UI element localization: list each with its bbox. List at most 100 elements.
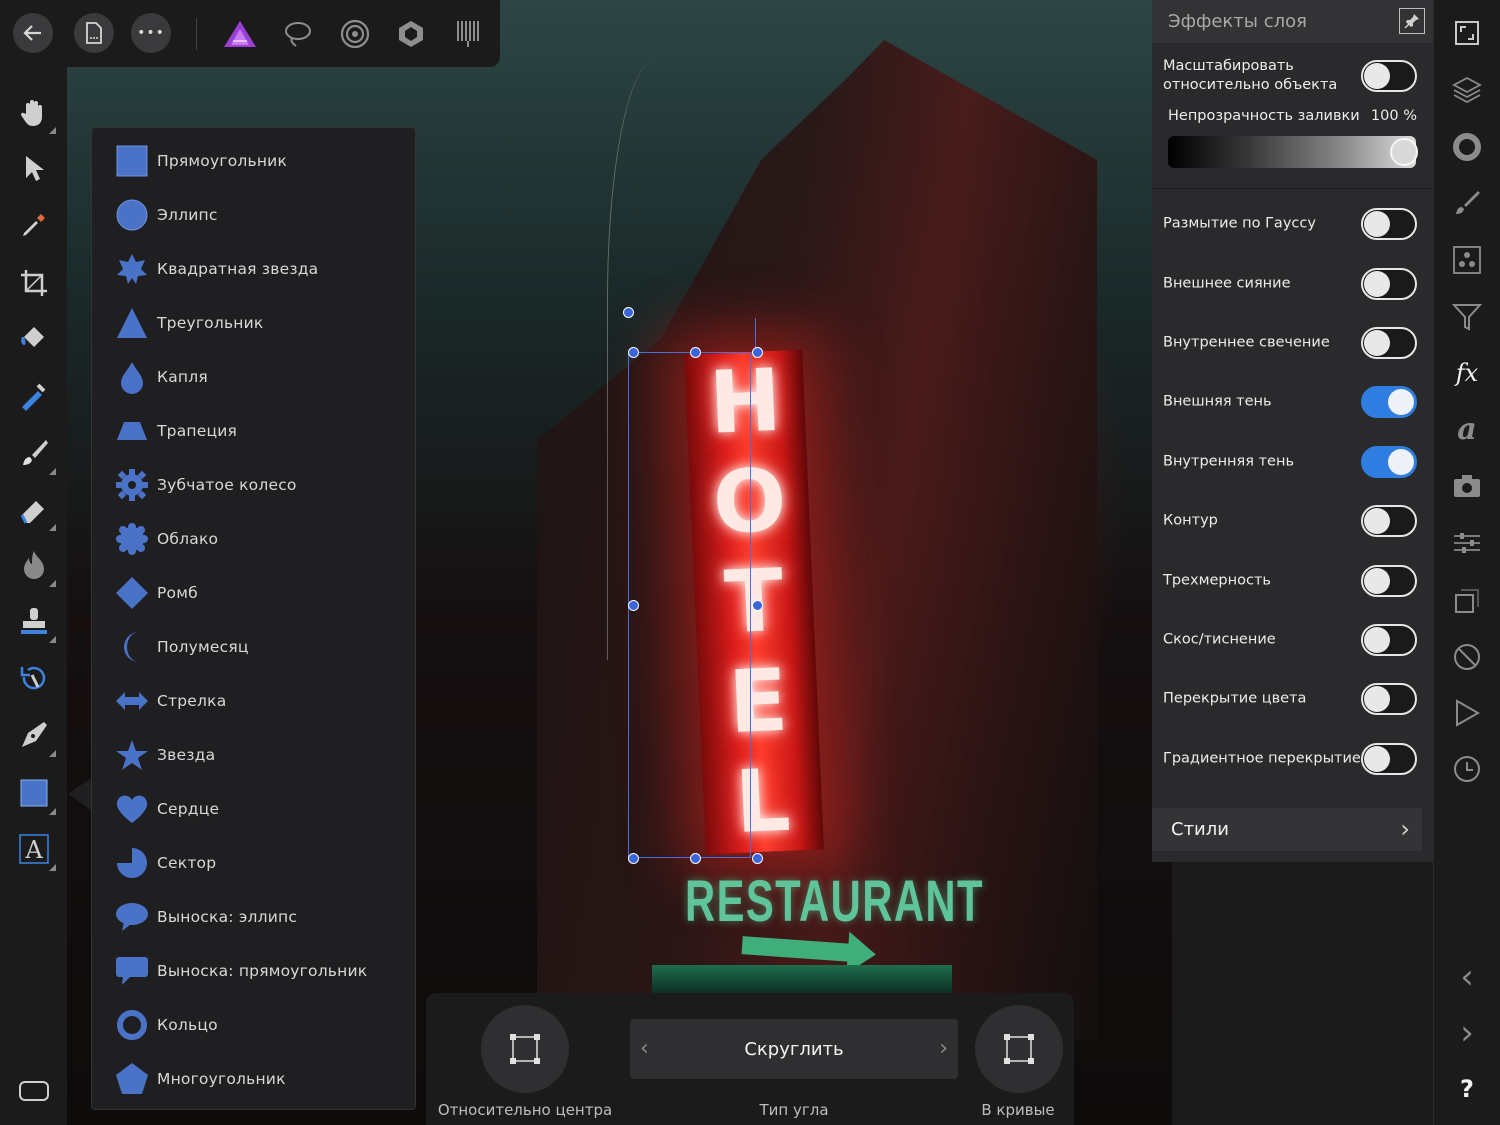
transparency-tool[interactable] bbox=[14, 375, 54, 415]
shape-item-polygon[interactable]: Многоугольник bbox=[114, 1059, 414, 1099]
color-picker-tool[interactable] bbox=[14, 205, 54, 245]
rotation-handle[interactable] bbox=[623, 307, 634, 318]
effect-toggle[interactable] bbox=[1361, 327, 1417, 359]
selection-box[interactable] bbox=[628, 352, 751, 858]
rectangle-tool[interactable] bbox=[14, 773, 56, 815]
effect-toggle[interactable] bbox=[1361, 683, 1417, 715]
shape-item-square-star[interactable]: Квадратная звезда bbox=[114, 249, 414, 289]
history-filter-studio-button[interactable] bbox=[1448, 638, 1486, 676]
tone-mapping-persona-button[interactable] bbox=[391, 14, 431, 54]
macros-icon bbox=[1456, 699, 1481, 727]
resize-handle-bottom[interactable] bbox=[690, 853, 701, 864]
resize-handle-bottom-right[interactable] bbox=[752, 853, 763, 864]
callout-ellipse-shape-icon bbox=[114, 899, 150, 935]
resize-handle-bottom-left[interactable] bbox=[628, 853, 639, 864]
photo-persona-button[interactable] bbox=[220, 14, 260, 54]
brushes-studio-button[interactable] bbox=[1448, 184, 1486, 222]
fill-opacity-slider[interactable] bbox=[1168, 136, 1418, 168]
convert-to-curves-button[interactable] bbox=[975, 1005, 1063, 1093]
effect-toggle[interactable] bbox=[1361, 624, 1417, 656]
effect-toggle[interactable] bbox=[1361, 268, 1417, 300]
export-persona-button[interactable] bbox=[448, 14, 488, 54]
shape-item-arrow[interactable]: Стрелка bbox=[114, 681, 414, 721]
crop-tool[interactable] bbox=[14, 263, 54, 303]
effect-toggle[interactable] bbox=[1361, 565, 1417, 597]
shape-item-crescent[interactable]: Полумесяц bbox=[114, 627, 414, 667]
burn-tool[interactable] bbox=[14, 545, 56, 587]
more-button[interactable]: ••• bbox=[131, 13, 171, 53]
effect-toggle[interactable] bbox=[1361, 208, 1417, 240]
selection-mode-button[interactable] bbox=[14, 1071, 54, 1111]
stamp-icon bbox=[21, 608, 47, 634]
shape-item-pie[interactable]: Сектор bbox=[114, 843, 414, 883]
undo-brush-tool[interactable] bbox=[14, 659, 54, 699]
shape-item-heart[interactable]: Сердце bbox=[114, 789, 414, 829]
effect-toggle[interactable] bbox=[1361, 505, 1417, 537]
develop-persona-button[interactable] bbox=[335, 14, 375, 54]
adjustments-studio-button[interactable] bbox=[1448, 298, 1486, 336]
fx-studio-button[interactable]: fx bbox=[1448, 354, 1486, 392]
effect-toggle[interactable] bbox=[1361, 446, 1417, 478]
shape-item-teardrop[interactable]: Капля bbox=[114, 357, 414, 397]
history-studio-button[interactable] bbox=[1448, 750, 1486, 788]
effect-toggle[interactable] bbox=[1361, 743, 1417, 775]
navigator-studio-button[interactable] bbox=[1448, 14, 1486, 52]
eraser-tool[interactable] bbox=[14, 489, 56, 531]
context-toolbar: Относительно центра ‹ Скруглить › Тип уг… bbox=[426, 993, 1074, 1125]
shape-item-cog[interactable]: Зубчатое колесо bbox=[114, 465, 414, 505]
resize-handle-right[interactable] bbox=[752, 600, 763, 611]
help-button[interactable]: ? bbox=[1448, 1070, 1486, 1108]
shape-item-star[interactable]: Звезда bbox=[114, 735, 414, 775]
channels-studio-button[interactable] bbox=[1448, 524, 1486, 562]
effect-row-inner-shadow: Внутренняя тень bbox=[1163, 442, 1423, 482]
move-tool[interactable] bbox=[14, 149, 54, 189]
shape-item-donut[interactable]: Кольцо bbox=[114, 1005, 414, 1045]
hand-tool[interactable] bbox=[14, 92, 56, 134]
resize-handle-left[interactable] bbox=[628, 600, 639, 611]
shape-item-label: Треугольник bbox=[157, 314, 264, 332]
shape-item-ellipse[interactable]: Эллипс bbox=[114, 195, 414, 235]
panel-title: Эффекты слоя bbox=[1168, 11, 1307, 32]
text-tool[interactable]: A bbox=[14, 829, 56, 871]
chevron-left-icon[interactable]: ‹ bbox=[640, 1036, 649, 1061]
resize-handle-top-right[interactable] bbox=[752, 347, 763, 358]
document-button[interactable] bbox=[74, 13, 114, 53]
macros-studio-button[interactable] bbox=[1448, 694, 1486, 732]
pin-button[interactable] bbox=[1399, 8, 1425, 34]
fill-opacity-value[interactable]: 100 % bbox=[1371, 108, 1417, 124]
shape-item-cloud[interactable]: Облако bbox=[114, 519, 414, 559]
chevron-right-icon[interactable]: › bbox=[939, 1036, 948, 1061]
brush-tool[interactable] bbox=[14, 433, 56, 475]
clone-tool[interactable] bbox=[14, 601, 56, 643]
shape-item-rectangle[interactable]: Прямоугольник bbox=[114, 141, 414, 181]
scale-with-object-toggle[interactable] bbox=[1361, 60, 1417, 92]
shape-item-callout-ellipse[interactable]: Выноска: эллипс bbox=[114, 897, 414, 937]
shape-item-callout-rectangle[interactable]: Выноска: прямоугольник bbox=[114, 951, 414, 991]
corner-type-picker[interactable]: ‹ Скруглить › bbox=[630, 1019, 958, 1079]
effect-toggle[interactable] bbox=[1361, 386, 1417, 418]
shape-item-label: Трапеция bbox=[157, 422, 238, 440]
effect-row-gaussian-blur: Размытие по Гауссу bbox=[1163, 204, 1423, 244]
stock-studio-button[interactable] bbox=[1448, 467, 1486, 505]
previous-button[interactable]: ‹ bbox=[1448, 957, 1486, 997]
shape-item-label: Полумесяц bbox=[157, 638, 249, 656]
next-button[interactable]: › bbox=[1448, 1013, 1486, 1053]
shape-item-trapezoid[interactable]: Трапеция bbox=[114, 411, 414, 451]
color-studio-button[interactable] bbox=[1448, 128, 1486, 166]
liquify-persona-button[interactable] bbox=[278, 14, 318, 54]
shape-item-diamond[interactable]: Ромб bbox=[114, 573, 414, 613]
layers-studio-button[interactable] bbox=[1448, 71, 1486, 109]
back-button[interactable] bbox=[13, 13, 53, 53]
resize-handle-top-left[interactable] bbox=[628, 347, 639, 358]
resize-handle-top[interactable] bbox=[690, 347, 701, 358]
styles-button[interactable]: Стили › bbox=[1152, 808, 1422, 851]
fill-tool[interactable] bbox=[14, 319, 54, 359]
slider-knob[interactable] bbox=[1390, 138, 1418, 166]
pen-tool[interactable] bbox=[14, 715, 56, 757]
shape-item-triangle[interactable]: Треугольник bbox=[114, 303, 414, 343]
pie-shape-icon bbox=[114, 845, 150, 881]
transform-studio-button[interactable] bbox=[1448, 582, 1486, 620]
text-styles-studio-button[interactable]: a bbox=[1448, 410, 1486, 448]
relative-center-button[interactable] bbox=[481, 1005, 569, 1093]
swatches-studio-button[interactable] bbox=[1448, 241, 1486, 279]
